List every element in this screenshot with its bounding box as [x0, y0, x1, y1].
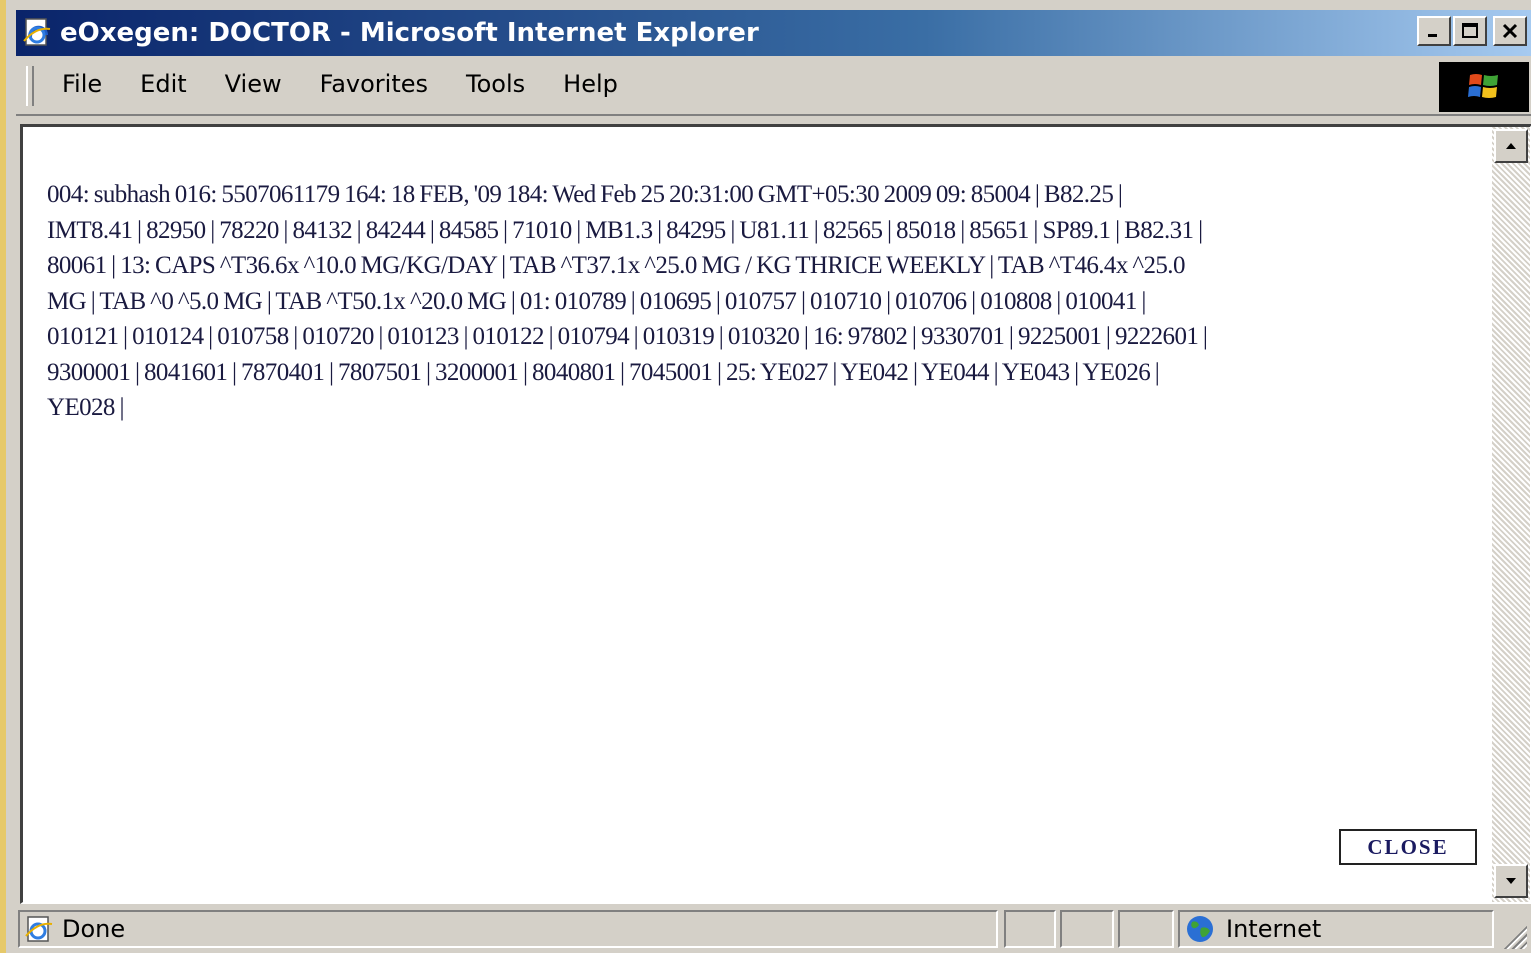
windows-logo-icon: [1439, 62, 1529, 112]
record-text: 004: subhash 016: 5507061179 164: 18 FEB…: [47, 177, 1477, 426]
menu-tools[interactable]: Tools: [466, 68, 525, 100]
menu-favorites[interactable]: Favorites: [320, 68, 428, 100]
status-panel-lock: [1060, 910, 1114, 948]
zone-label: Internet: [1226, 915, 1322, 943]
minimize-icon[interactable]: [1417, 16, 1451, 46]
browser-window: eOxegen: DOCTOR - Microsoft Internet Exp…: [0, 0, 1531, 953]
record-line: 80061 | 13: CAPS ^T36.6x ^10.0 MG/KG/DAY…: [47, 252, 1185, 279]
ie-page-icon[interactable]: [20, 16, 54, 50]
menu-bar: File Edit View Favorites Tools Help: [16, 58, 1531, 116]
globe-icon: [1184, 913, 1216, 945]
status-bar: Done Internet: [16, 908, 1531, 953]
menu-help[interactable]: Help: [563, 68, 618, 100]
status-text: Done: [62, 915, 126, 943]
record-line: MG | TAB ^0 ^5.0 MG | TAB ^T50.1x ^20.0 …: [47, 287, 1146, 315]
record-line: 004: subhash 016: 5507061179 164: 18 FEB…: [47, 181, 1123, 208]
maximize-icon[interactable]: [1453, 16, 1487, 46]
resize-grip[interactable]: [1501, 923, 1527, 949]
status-panel-privacy: [1118, 910, 1174, 948]
close-button[interactable]: CLOSE: [1339, 829, 1477, 865]
scroll-up-icon[interactable]: [1494, 129, 1528, 163]
title-bar[interactable]: eOxegen: DOCTOR - Microsoft Internet Exp…: [16, 10, 1531, 56]
menu-view[interactable]: View: [225, 68, 282, 100]
ie-page-done-icon: [24, 914, 54, 944]
record-line: YE028 |: [47, 394, 124, 421]
record-line: IMT8.41 | 82950 | 78220 | 84132 | 84244 …: [47, 216, 1203, 244]
toolbar-grip[interactable]: [26, 66, 34, 106]
scroll-down-icon[interactable]: [1494, 864, 1528, 898]
record-line: 010121 | 010124 | 010758 | 010720 | 0101…: [47, 323, 1208, 350]
page-content[interactable]: 004: subhash 016: 5507061179 164: 18 FEB…: [20, 124, 1531, 904]
vertical-scrollbar[interactable]: [1492, 127, 1530, 902]
status-panel: Done: [18, 910, 998, 948]
window-title: eOxegen: DOCTOR - Microsoft Internet Exp…: [60, 18, 759, 48]
zone-panel[interactable]: Internet: [1178, 910, 1494, 948]
record-line: 9300001 | 8041601 | 7870401 | 7807501 | …: [47, 358, 1160, 386]
menu-edit[interactable]: Edit: [140, 68, 186, 100]
close-icon[interactable]: [1493, 16, 1527, 46]
menu-file[interactable]: File: [62, 68, 102, 100]
status-panel-progress: [1004, 910, 1056, 948]
